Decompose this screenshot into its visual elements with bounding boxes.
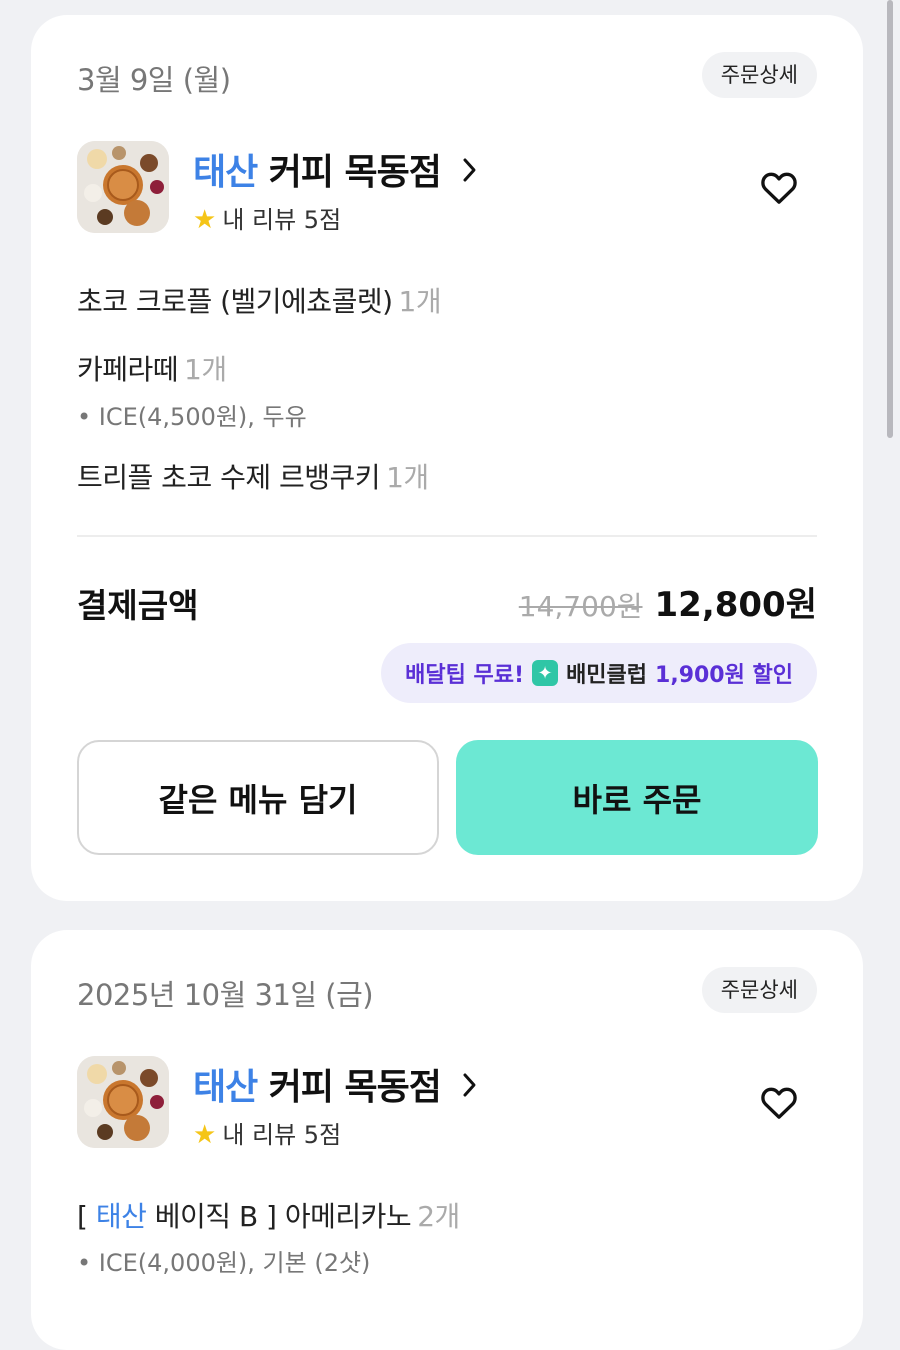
item-prefix: [ <box>77 1200 96 1233</box>
chevron-right-icon <box>462 152 478 193</box>
rating-text: 내 리뷰 5점 <box>222 206 342 234</box>
order-card: 3월 9일 (월) 주문상세 태산 커피 목동점 ★ 내 리뷰 5점 초코 크로플… <box>31 15 863 901</box>
promo-discount: 1,900원 할인 <box>655 663 793 688</box>
heart-icon[interactable] <box>759 1083 799 1123</box>
baemin-club-icon: ✦ <box>532 660 559 686</box>
order-now-button[interactable]: 바로 주문 <box>456 740 818 855</box>
store-name: 커피 목동점 <box>257 1067 442 1108</box>
star-icon: ★ <box>193 1120 217 1150</box>
final-price: 12,800원 <box>654 585 817 625</box>
item-qty: 1개 <box>184 353 227 386</box>
my-rating: ★ 내 리뷰 5점 <box>193 1115 341 1150</box>
order-date: 3월 9일 (월) <box>77 63 231 97</box>
order-card: 2025년 10월 31일 (금) 주문상세 태산 커피 목동점 ★ 내 리뷰 5… <box>31 930 863 1350</box>
item-name: 베이직 B ] 아메리카노 <box>146 1200 412 1233</box>
order-item: [ 태산 베이직 B ] 아메리카노 2개 <box>77 1195 460 1235</box>
item-qty: 1개 <box>398 285 442 318</box>
promo-club-label: 배민클럽 <box>566 663 648 688</box>
my-rating: ★ 내 리뷰 5점 <box>193 200 341 235</box>
rating-text: 내 리뷰 5점 <box>222 1121 342 1149</box>
item-option: • ICE(4,000원), 기본 (2샷) <box>77 1249 371 1277</box>
store-name-link[interactable]: 태산 커피 목동점 <box>193 143 478 195</box>
payment-amount: 14,700원 12,800원 <box>519 577 817 626</box>
store-name-link[interactable]: 태산 커피 목동점 <box>193 1058 478 1110</box>
heart-icon[interactable] <box>759 168 799 208</box>
order-detail-button[interactable]: 주문상세 <box>701 967 817 1013</box>
item-name: 초코 크로플 (벨기에쵸콜렛) <box>77 285 393 318</box>
order-detail-button[interactable]: 주문상세 <box>701 52 817 98</box>
store-brand: 태산 <box>193 152 258 193</box>
promo-badge: 배달팁 무료! ✦ 배민클럽 1,900원 할인 <box>381 643 817 703</box>
order-item: 초코 크로플 (벨기에쵸콜렛) 1개 <box>77 280 442 320</box>
store-thumbnail[interactable] <box>77 1056 169 1148</box>
star-icon: ★ <box>193 205 217 235</box>
store-brand: 태산 <box>193 1067 258 1108</box>
store-name: 커피 목동점 <box>257 152 442 193</box>
store-thumbnail[interactable] <box>77 141 169 233</box>
add-same-menu-button[interactable]: 같은 메뉴 담기 <box>77 740 439 855</box>
item-qty: 1개 <box>386 461 429 494</box>
item-option: • ICE(4,500원), 두유 <box>77 403 307 431</box>
promo-free-delivery: 배달팁 무료! <box>405 663 525 688</box>
original-price: 14,700원 <box>518 590 643 623</box>
order-item: 트리플 초코 수제 르뱅쿠키 1개 <box>77 456 429 496</box>
order-date: 2025년 10월 31일 (금) <box>77 978 374 1012</box>
item-brand: 태산 <box>95 1200 147 1233</box>
payment-label: 결제금액 <box>77 586 199 625</box>
item-qty: 2개 <box>417 1200 460 1233</box>
item-name: 카페라떼 <box>77 353 179 386</box>
divider <box>77 535 817 537</box>
order-item: 카페라떼 1개 <box>77 348 227 388</box>
chevron-right-icon <box>462 1067 478 1108</box>
scrollbar[interactable] <box>887 0 893 438</box>
item-name: 트리플 초코 수제 르뱅쿠키 <box>77 461 381 494</box>
